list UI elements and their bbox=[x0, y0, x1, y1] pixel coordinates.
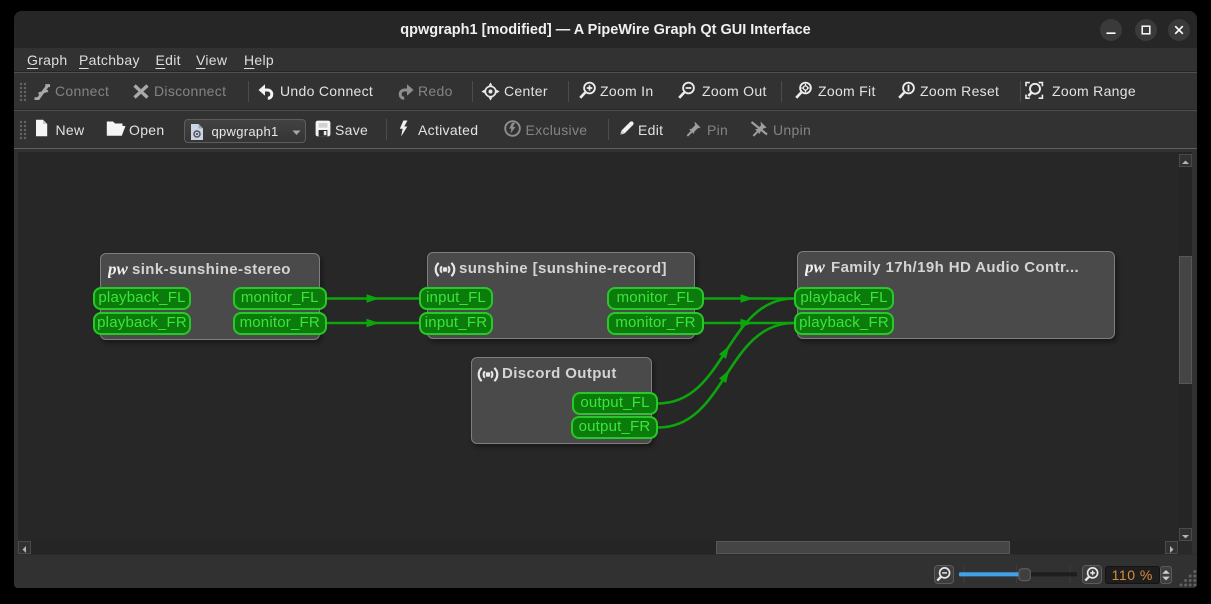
svg-text:pw: pw bbox=[108, 261, 129, 278]
svg-text:pw: pw bbox=[805, 259, 826, 276]
